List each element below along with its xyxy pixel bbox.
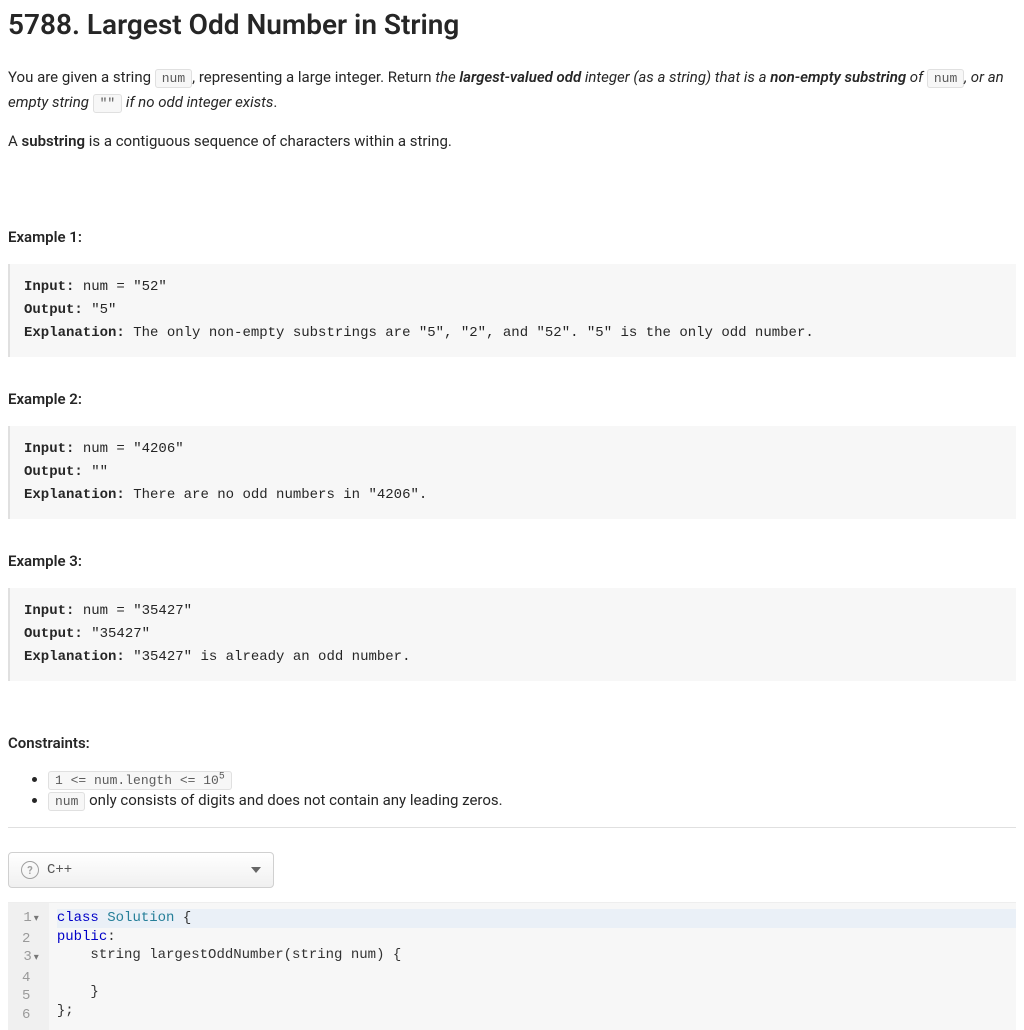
- constraint-item: num only consists of digits and does not…: [48, 791, 1016, 809]
- strong: substring: [22, 132, 85, 150]
- text: is a contiguous sequence of characters w…: [85, 132, 452, 150]
- example-3-block: Input: num = "35427" Output: "35427" Exp…: [8, 588, 1016, 681]
- text: :: [107, 929, 115, 945]
- example-2-block: Input: num = "4206" Output: "" Explanati…: [8, 426, 1016, 519]
- explanation-label: Explanation:: [24, 487, 125, 503]
- explanation-value: The only non-empty substrings are "5", "…: [125, 325, 814, 341]
- example-2-title: Example 2:: [8, 387, 1016, 412]
- line-number: 2: [22, 931, 30, 947]
- fold-icon[interactable]: ▾: [32, 953, 39, 964]
- language-selector[interactable]: ? C++: [8, 852, 274, 888]
- problem-title: 5788. Largest Odd Number in String: [8, 8, 1016, 41]
- example-1-title: Example 1:: [8, 225, 1016, 250]
- constraint-item: 1 <= num.length <= 105: [48, 770, 1016, 788]
- divider: [8, 827, 1016, 828]
- italic: if no odd integer exists: [122, 93, 273, 111]
- keyword: public: [57, 929, 107, 945]
- explanation-value: "35427" is already an odd number.: [125, 649, 411, 665]
- editor-gutter: 1▾ 2 3▾ 4 5 6: [8, 903, 49, 1030]
- problem-intro-2: A substring is a contiguous sequence of …: [8, 129, 1016, 154]
- output-value: "5": [83, 302, 117, 318]
- code-editor[interactable]: 1▾ 2 3▾ 4 5 6 class Solution { public: s…: [8, 902, 1016, 1030]
- input-label: Input:: [24, 279, 74, 295]
- text: 1 <= num.length <= 10: [55, 773, 219, 788]
- text: only consists of digits and does not con…: [85, 791, 502, 809]
- output-value: "": [83, 464, 108, 480]
- text: {: [174, 910, 191, 926]
- help-icon[interactable]: ?: [21, 861, 39, 879]
- code-line: string largestOddNumber(string num) {: [57, 947, 401, 963]
- fold-icon[interactable]: ▾: [32, 914, 39, 925]
- explanation-value: There are no odd numbers in "4206".: [125, 487, 427, 503]
- constraint-code: num: [48, 792, 85, 811]
- output-label: Output:: [24, 302, 83, 318]
- explanation-label: Explanation:: [24, 325, 125, 341]
- code-line: }: [57, 984, 99, 1000]
- constraints-list: 1 <= num.length <= 105 num only consists…: [8, 770, 1016, 809]
- text: [99, 910, 107, 926]
- code-num: num: [155, 69, 192, 88]
- code-num: num: [927, 69, 964, 88]
- chevron-down-icon: [251, 867, 261, 873]
- language-selected: C++: [47, 862, 243, 878]
- input-label: Input:: [24, 441, 74, 457]
- text: You are given a string: [8, 68, 155, 86]
- explanation-label: Explanation:: [24, 649, 125, 665]
- text: the: [435, 68, 459, 86]
- text: .: [273, 93, 277, 111]
- example-1-block: Input: num = "52" Output: "5" Explanatio…: [8, 264, 1016, 357]
- output-label: Output:: [24, 626, 83, 642]
- code-empty: "": [93, 94, 123, 113]
- line-number: 3: [23, 949, 31, 965]
- text: if no odd integer exists: [122, 93, 273, 111]
- code-line-highlighted: class Solution {: [57, 909, 1016, 928]
- line-number: 4: [22, 970, 30, 986]
- sup: 5: [219, 771, 225, 782]
- strong: largest-valued odd: [459, 68, 581, 86]
- output-value: "35427": [83, 626, 150, 642]
- input-value: num = "4206": [74, 441, 183, 457]
- example-3-title: Example 3:: [8, 549, 1016, 574]
- text: of: [906, 68, 927, 86]
- input-value: num = "35427": [74, 603, 192, 619]
- input-value: num = "52": [74, 279, 166, 295]
- italic: the largest-valued odd integer (as a str…: [435, 68, 927, 86]
- line-number: 5: [22, 988, 30, 1004]
- text: A: [8, 132, 22, 150]
- problem-intro-1: You are given a string num, representing…: [8, 65, 1016, 115]
- strong: non-empty substring: [770, 68, 906, 86]
- keyword: class: [57, 910, 99, 926]
- line-number: 1: [23, 910, 31, 926]
- editor-code[interactable]: class Solution { public: string largestO…: [49, 903, 1016, 1030]
- constraint-code: 1 <= num.length <= 105: [48, 771, 232, 790]
- line-number: 6: [22, 1007, 30, 1023]
- text: , representing a large integer. Return: [192, 68, 435, 86]
- output-label: Output:: [24, 464, 83, 480]
- text: integer (as a string) that is a: [581, 68, 770, 86]
- input-label: Input:: [24, 603, 74, 619]
- constraints-title: Constraints:: [8, 731, 1016, 756]
- identifier: Solution: [107, 910, 174, 926]
